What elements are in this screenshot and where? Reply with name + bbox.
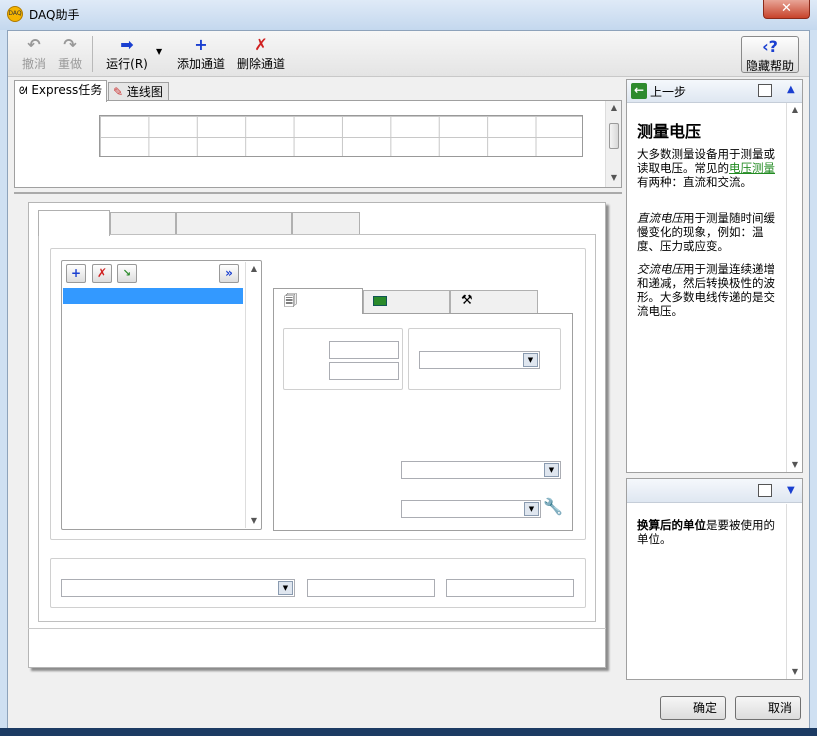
- redo-label: 重做: [57, 57, 82, 71]
- graph-scrollbar[interactable]: ▲ ▼: [605, 101, 621, 187]
- panel-divider: [28, 628, 606, 629]
- app-icon: DAQ: [7, 6, 23, 22]
- close-button[interactable]: ✕: [763, 0, 810, 19]
- tab-logging[interactable]: [292, 212, 360, 234]
- preview-graph: [99, 115, 583, 157]
- list-scroll-up-icon[interactable]: ▲: [246, 262, 262, 276]
- plus-icon: +: [194, 35, 208, 54]
- back-arrow-icon[interactable]: ←: [631, 83, 647, 99]
- help-scrollbar[interactable]: ▲ ▼: [786, 103, 802, 472]
- context-help-header: [627, 479, 802, 503]
- add-channel-icon[interactable]: +: [66, 264, 86, 283]
- wrench-icon[interactable]: 🔧: [543, 497, 563, 516]
- run-arrow-icon: ➡: [120, 35, 134, 54]
- help-p1-text-end: 有两种：直流和交流。: [637, 175, 752, 189]
- help-scroll-down-icon[interactable]: ▼: [787, 458, 803, 472]
- help-question-icon: ‹?: [762, 37, 778, 56]
- dc-voltage-term: 直流电压: [637, 211, 683, 225]
- signal-range-group: [283, 328, 403, 390]
- add-channel-label: 添加通道: [176, 57, 225, 71]
- voltage-measurement-link[interactable]: 电压测量: [729, 161, 775, 175]
- delete-channel-button[interactable]: ✗ 删除通道: [235, 35, 287, 73]
- delete-x-icon: ✗: [254, 35, 268, 54]
- help-paragraph-1: 大多数测量设备用于测量或读取电压。常见的电压测量有两种：直流和交流。: [637, 147, 775, 189]
- taskbar: [0, 728, 817, 736]
- rate-input[interactable]: [446, 579, 574, 597]
- context-scroll-down-icon[interactable]: ▼: [787, 665, 803, 679]
- chevron-down-icon: ▼: [524, 502, 539, 516]
- card-icon: [373, 296, 387, 306]
- selected-channel-row[interactable]: [63, 288, 243, 304]
- expand-panel-icon[interactable]: »: [219, 264, 239, 283]
- add-channel-button[interactable]: + 添加通道: [175, 35, 227, 73]
- help-title: 测量电压: [637, 122, 702, 141]
- help-back-link[interactable]: 上一步: [650, 83, 686, 100]
- help-window-icon[interactable]: [758, 84, 772, 97]
- help-paragraph-3: 交流电压用于测量连续递增和递减，然后转换极性的波形。大多数电线传递的是交流电压。: [637, 262, 775, 318]
- context-help-window-icon[interactable]: [758, 484, 772, 497]
- title-bar: [0, 0, 817, 30]
- delete-channel-label: 删除通道: [236, 57, 285, 71]
- scroll-down-arrow-icon[interactable]: ▼: [606, 171, 622, 185]
- tab-scaling[interactable]: ⚒: [450, 290, 538, 313]
- context-help-panel: [626, 478, 803, 680]
- acquisition-mode-select[interactable]: ▼: [61, 579, 295, 597]
- hide-help-label: 隐藏帮助: [745, 59, 794, 73]
- run-label: 运行(R): [106, 57, 148, 71]
- converted-units-term: 换算后的单位: [637, 518, 706, 532]
- wrench-tab-icon: ⚒: [461, 293, 473, 308]
- tab-trigger[interactable]: [110, 212, 176, 234]
- help-paragraph-2: 直流电压用于测量随时间缓慢变化的现象，例如：温度、压力或应变。: [637, 211, 775, 253]
- undo-label: 撤消: [21, 57, 46, 71]
- collapse-down-icon[interactable]: ▼: [787, 485, 795, 496]
- terminal-config-select[interactable]: ▼: [401, 461, 561, 479]
- min-value-input[interactable]: [329, 362, 399, 380]
- ok-button[interactable]: 确定: [660, 696, 726, 720]
- chevron-down-icon: ▼: [544, 463, 559, 477]
- undo-button[interactable]: ↶ 撤消: [20, 35, 48, 73]
- wiring-tab-icon: ✎: [113, 85, 124, 99]
- run-button[interactable]: ➡ 运行(R): [104, 35, 150, 73]
- tab-wiring-label: 连线图: [126, 85, 163, 99]
- tab-express-label: Express任务: [31, 83, 103, 97]
- chevron-down-icon: ▼: [278, 581, 293, 595]
- units-select[interactable]: ▼: [419, 351, 540, 369]
- rename-channel-icon[interactable]: ↘: [117, 264, 137, 283]
- channel-list-scrollbar[interactable]: ▲ ▼: [245, 262, 261, 528]
- ac-voltage-term: 交流电压: [637, 262, 683, 276]
- window-title: DAQ助手: [29, 8, 80, 22]
- chevron-down-icon: ▼: [523, 353, 538, 367]
- hide-help-content: ‹? 隐藏帮助: [743, 37, 797, 75]
- samples-to-read-input[interactable]: [307, 579, 435, 597]
- collapse-up-icon[interactable]: ▲: [787, 84, 795, 95]
- tab-config[interactable]: [38, 210, 110, 236]
- settings-tab-icon: 🗐: [284, 294, 297, 309]
- scroll-up-arrow-icon[interactable]: ▲: [606, 101, 622, 115]
- scroll-thumb[interactable]: [609, 123, 619, 149]
- cancel-button[interactable]: 取消: [735, 696, 801, 720]
- redo-button[interactable]: ↷ 重做: [56, 35, 84, 73]
- context-help-text: 换算后的单位是要被使用的单位。: [637, 518, 777, 546]
- run-dropdown-icon[interactable]: ▼: [156, 47, 162, 56]
- remove-channel-icon[interactable]: ✗: [92, 264, 112, 283]
- context-help-scrollbar[interactable]: ▼: [786, 504, 802, 679]
- custom-scaling-select[interactable]: ▼: [401, 500, 541, 518]
- help-scroll-up-icon[interactable]: ▲: [787, 103, 803, 117]
- tab-advanced-timing[interactable]: [176, 212, 292, 234]
- express-tab-icon: ᘛ: [19, 86, 28, 97]
- undo-icon: ↶: [27, 35, 41, 54]
- redo-icon: ↷: [63, 35, 77, 54]
- tab-wiring-diagram[interactable]: ✎ 连线图: [108, 82, 169, 102]
- max-value-input[interactable]: [329, 341, 399, 359]
- tab-express-task[interactable]: ᘛ Express任务: [14, 80, 107, 102]
- tab-settings[interactable]: 🗐: [273, 288, 363, 314]
- tab-calibration[interactable]: [363, 290, 450, 313]
- list-scroll-down-icon[interactable]: ▼: [246, 514, 262, 528]
- toolbar-separator: [92, 36, 93, 72]
